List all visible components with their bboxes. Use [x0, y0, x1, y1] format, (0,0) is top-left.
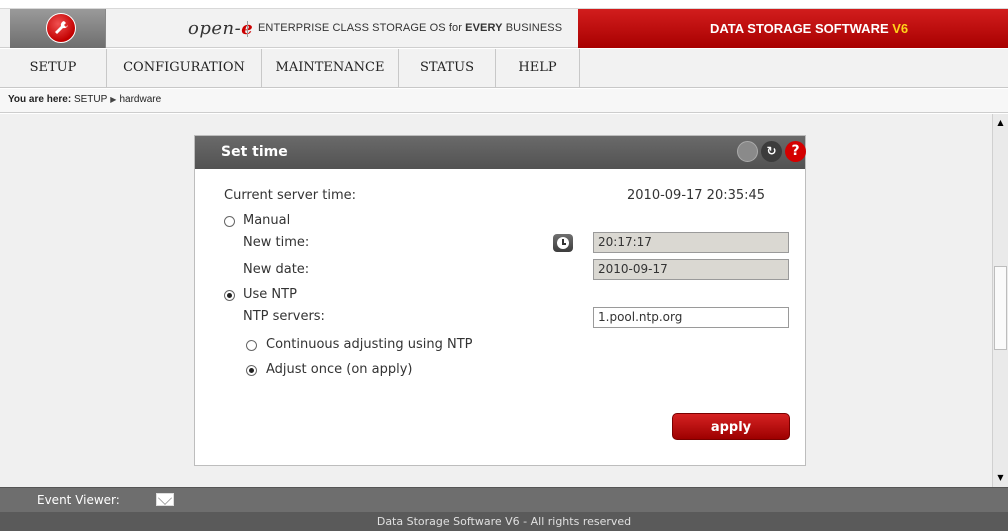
breadcrumb-prefix: You are here: [8, 94, 72, 105]
menu-status[interactable]: STATUS [399, 49, 496, 87]
breadcrumb-item-hardware[interactable]: hardware [119, 94, 161, 105]
scroll-thumb[interactable] [994, 266, 1007, 350]
manual-label: Manual [243, 213, 291, 228]
scroll-up-icon[interactable]: ▲ [993, 116, 1008, 130]
footer: Data Storage Software V6 - All rights re… [0, 512, 1008, 531]
tagline-end: BUSINESS [502, 22, 563, 34]
continuous-ntp-radio[interactable] [246, 340, 257, 351]
header-divider [247, 21, 248, 37]
use-ntp-radio[interactable] [224, 290, 235, 301]
panel-title: Set time [221, 144, 288, 160]
logo-area[interactable] [10, 9, 106, 48]
tagline: ENTERPRISE CLASS STORAGE OS for EVERY BU… [258, 22, 562, 34]
app-header: open-e ENTERPRISE CLASS STORAGE OS for E… [0, 8, 1008, 48]
help-icon[interactable]: ? [785, 141, 806, 162]
brand-prefix: open- [188, 18, 242, 39]
wrench-icon [46, 13, 76, 43]
scroll-down-icon[interactable]: ▼ [993, 471, 1008, 485]
envelope-icon[interactable] [156, 493, 174, 506]
content-area: Set time ↻ ? Current server time: 2010-0… [0, 114, 992, 487]
product-version: V6 [892, 21, 909, 36]
menu-configuration[interactable]: CONFIGURATION [107, 49, 262, 87]
apply-button[interactable]: apply [672, 413, 790, 440]
loading-icon [737, 141, 758, 162]
vertical-scrollbar[interactable]: ▲ ▼ [992, 114, 1008, 487]
breadcrumb-arrow-icon: ▶ [110, 95, 117, 104]
event-viewer-bar: Event Viewer: [0, 487, 1008, 512]
new-date-field[interactable]: 2010-09-17 [593, 259, 789, 280]
set-time-panel: Set time ↻ ? Current server time: 2010-0… [194, 135, 806, 466]
event-viewer-label: Event Viewer: [37, 493, 120, 507]
breadcrumb: You are here: SETUP ▶ hardware [0, 89, 1008, 113]
new-date-label: New date: [243, 262, 310, 277]
current-time-label: Current server time: [224, 188, 356, 203]
clock-icon[interactable] [553, 234, 573, 252]
adjust-once-radio[interactable] [246, 365, 257, 376]
clock-minute-hand [562, 243, 566, 245]
current-time-value: 2010-09-17 20:35:45 [627, 188, 766, 203]
product-name-text: DATA STORAGE SOFTWARE [710, 21, 893, 36]
refresh-icon[interactable]: ↻ [761, 141, 782, 162]
wrench-glyph [55, 21, 68, 34]
tagline-start: ENTERPRISE CLASS STORAGE OS for [258, 22, 466, 34]
tagline-bold: EVERY [465, 22, 503, 34]
ntp-servers-field[interactable]: 1.pool.ntp.org [593, 307, 789, 328]
ntp-servers-label: NTP servers: [243, 309, 325, 324]
adjust-once-label: Adjust once (on apply) [266, 362, 413, 377]
continuous-ntp-label: Continuous adjusting using NTP [266, 337, 473, 352]
product-name: DATA STORAGE SOFTWARE V6 [710, 21, 908, 36]
new-time-field[interactable]: 20:17:17 [593, 232, 789, 253]
menu-help[interactable]: HELP [496, 49, 580, 87]
use-ntp-label: Use NTP [243, 287, 297, 302]
manual-radio[interactable] [224, 216, 235, 227]
new-time-label: New time: [243, 235, 310, 250]
top-gap [0, 0, 1008, 8]
panel-title-bar: Set time ↻ ? [195, 136, 806, 169]
main-menu: SETUP CONFIGURATION MAINTENANCE STATUS H… [0, 49, 1008, 88]
menu-setup[interactable]: SETUP [0, 49, 107, 87]
brand-logo: open-e [188, 18, 253, 39]
menu-maintenance[interactable]: MAINTENANCE [262, 49, 399, 87]
product-banner: DATA STORAGE SOFTWARE V6 [578, 9, 1008, 48]
breadcrumb-item-setup[interactable]: SETUP [74, 94, 107, 105]
